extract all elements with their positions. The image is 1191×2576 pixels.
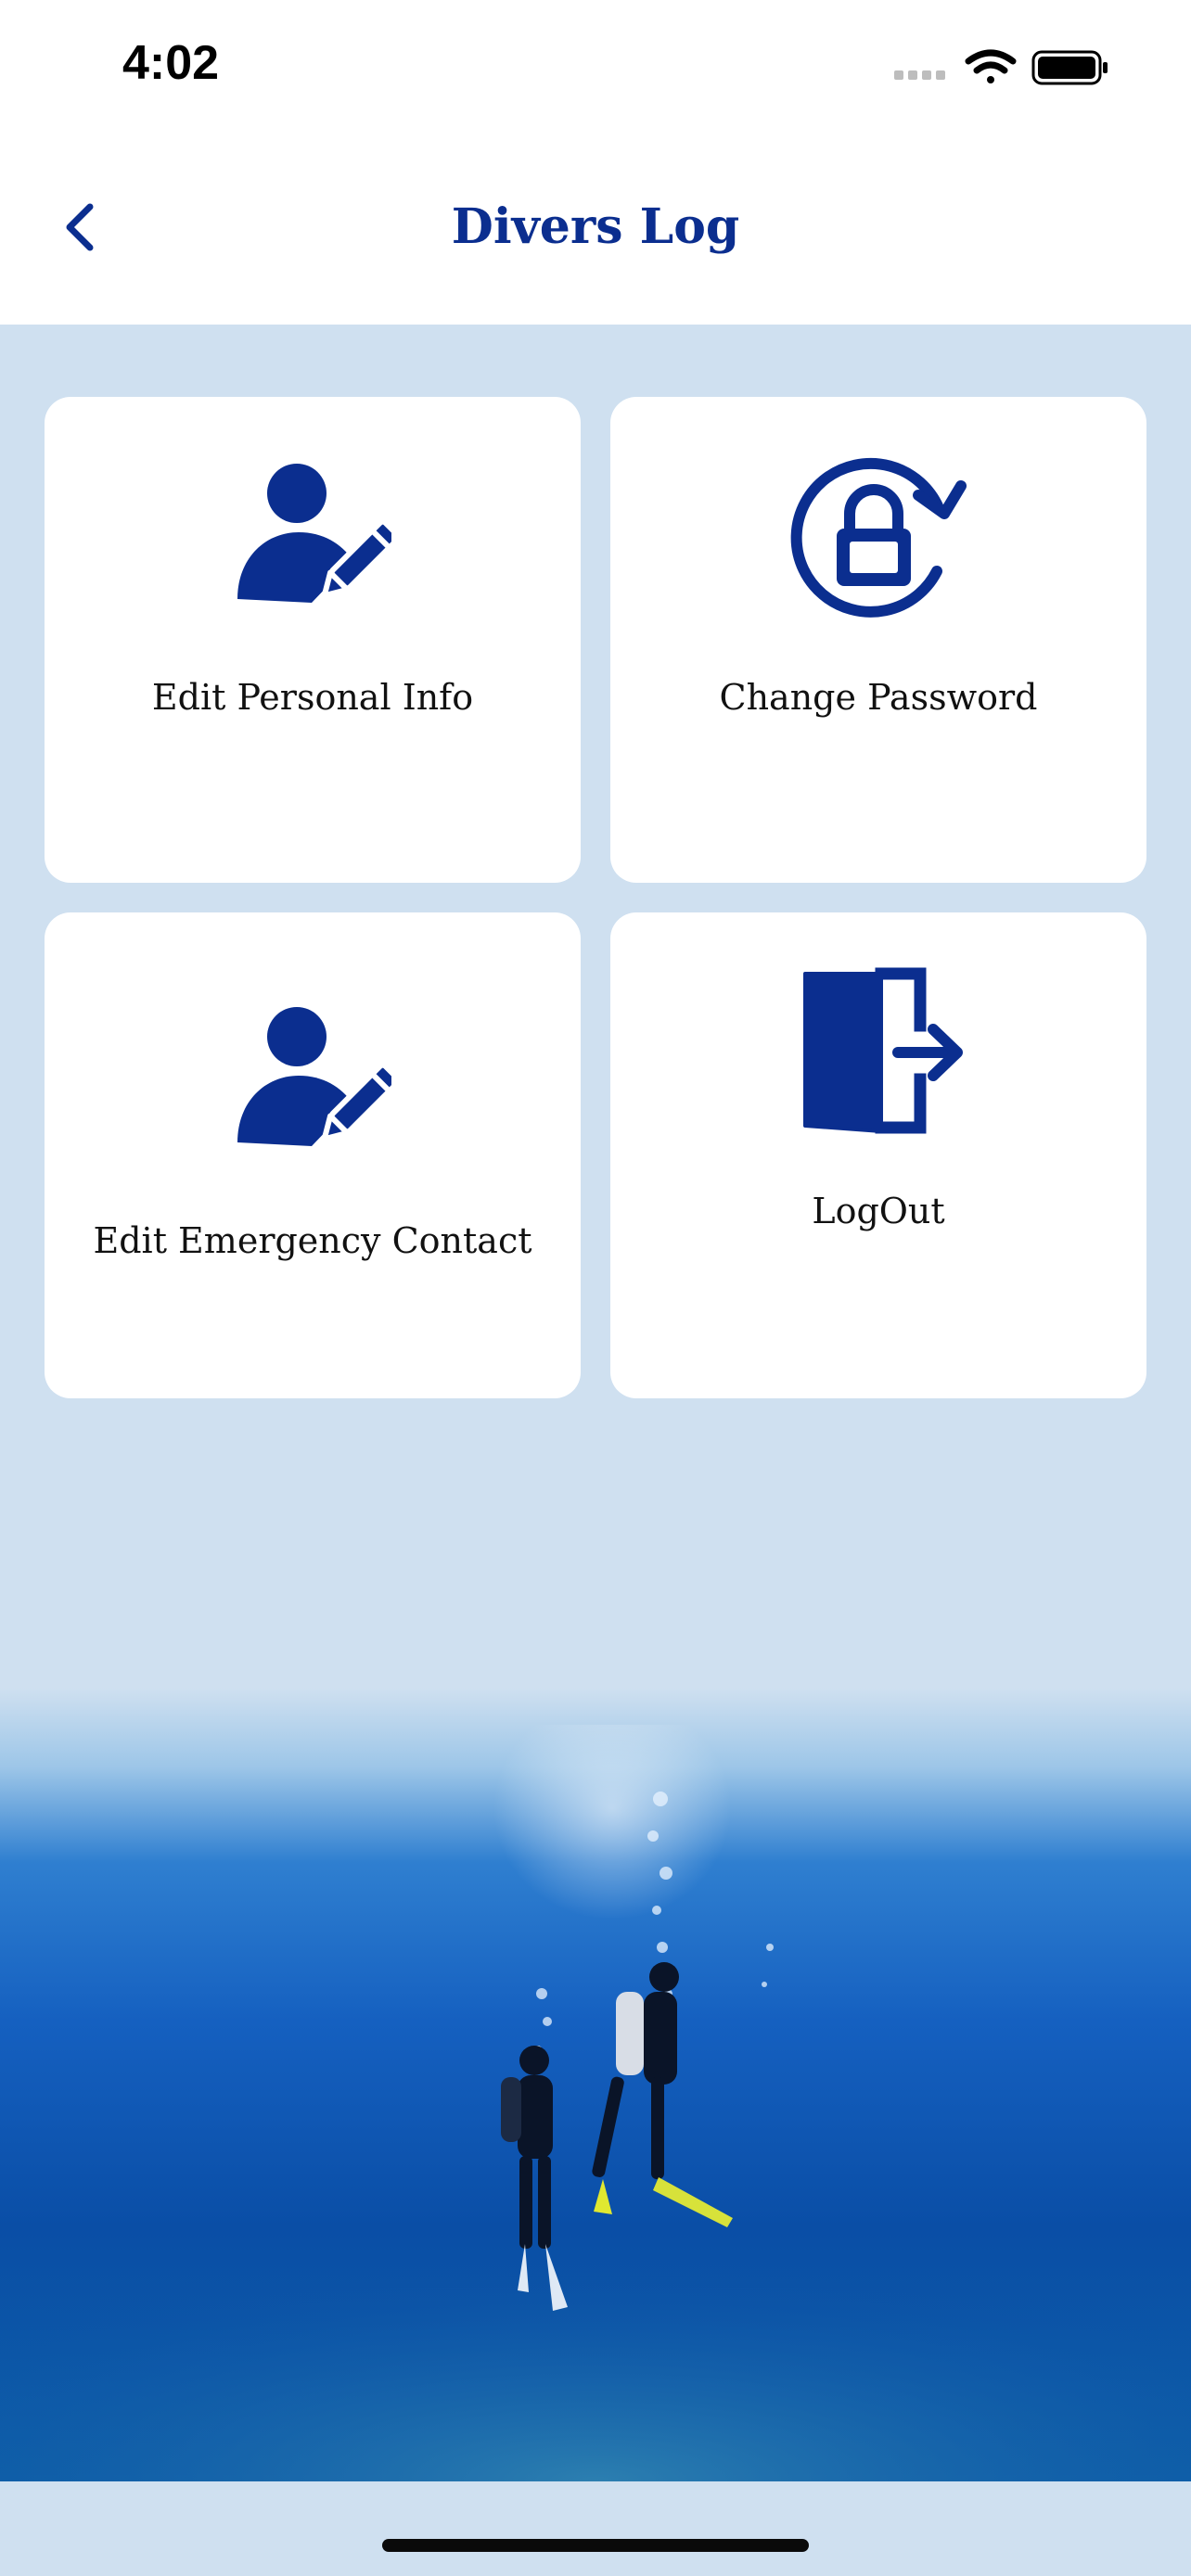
status-icons xyxy=(894,46,1117,89)
status-bar: 4:02 xyxy=(0,0,1191,139)
page-title: Divers Log xyxy=(451,198,740,255)
change-password-label: Change Password xyxy=(719,677,1038,718)
underwater-divers-image xyxy=(0,1688,1191,2481)
cellular-signal-icon xyxy=(894,70,945,80)
logout-door-icon xyxy=(610,964,1146,1141)
edit-personal-info-label: Edit Personal Info xyxy=(151,677,474,718)
edit-emergency-contact-card[interactable]: Edit Emergency Contact xyxy=(45,912,581,1398)
logout-label: LogOut xyxy=(812,1191,945,1231)
nav-bar: Divers Log xyxy=(0,139,1191,325)
change-password-card[interactable]: Change Password xyxy=(610,397,1146,883)
wifi-icon xyxy=(965,49,1017,83)
home-indicator xyxy=(382,2539,809,2552)
user-edit-icon xyxy=(45,458,581,612)
lock-refresh-icon xyxy=(610,454,1146,619)
edit-emergency-contact-label: Edit Emergency Contact xyxy=(93,1220,532,1261)
logout-card[interactable]: LogOut xyxy=(610,912,1146,1398)
edit-personal-info-card[interactable]: Edit Personal Info xyxy=(45,397,581,883)
battery-icon xyxy=(1031,50,1108,85)
status-time: 4:02 xyxy=(122,36,220,90)
user-edit-icon xyxy=(45,1001,581,1155)
